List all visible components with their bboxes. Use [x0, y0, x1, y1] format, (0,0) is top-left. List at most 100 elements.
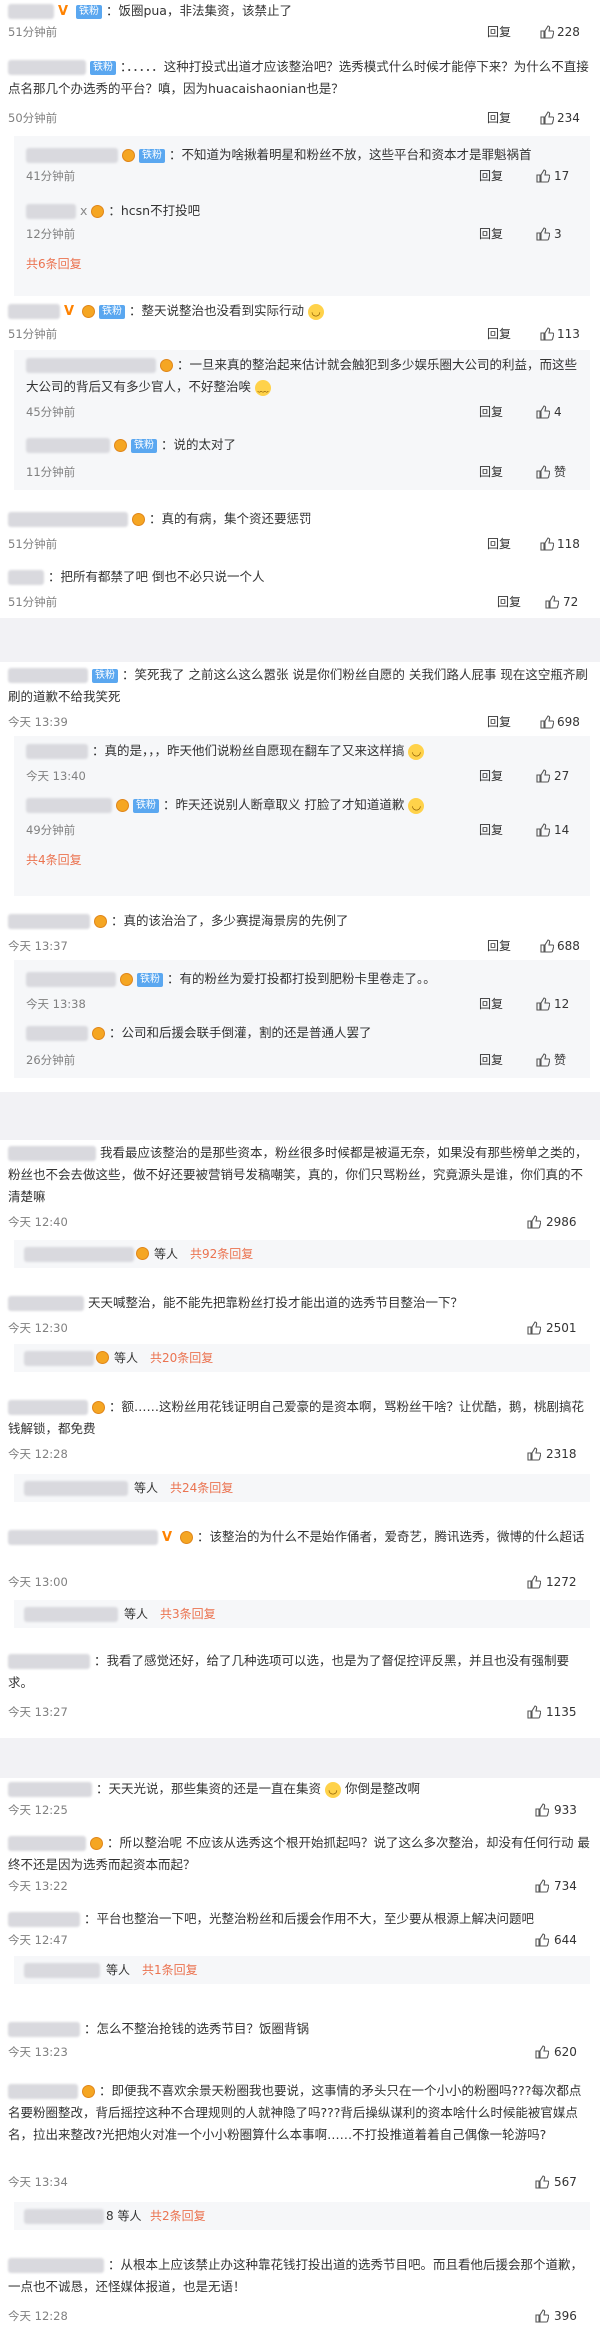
reply-button[interactable]: 回复: [479, 768, 503, 784]
username-masked[interactable]: [24, 1351, 94, 1366]
like-icon[interactable]: [540, 939, 554, 953]
reply-button[interactable]: 回复: [479, 404, 503, 420]
like-icon[interactable]: [535, 2309, 549, 2323]
more-replies-link[interactable]: 共1条回复: [142, 1962, 198, 1978]
more-replies-link[interactable]: 共2条回复: [150, 2208, 206, 2224]
username-masked[interactable]: [8, 1146, 96, 1161]
like-icon[interactable]: [536, 465, 550, 479]
reply-button[interactable]: 回复: [487, 326, 511, 342]
reply-summary[interactable]: 等人 共92条回复: [14, 1240, 590, 1268]
username-masked[interactable]: [26, 1026, 88, 1041]
username-masked[interactable]: [8, 2258, 104, 2273]
reply-button[interactable]: 回复: [479, 996, 503, 1012]
reply-button[interactable]: 回复: [479, 1052, 503, 1068]
like-icon[interactable]: [536, 169, 550, 183]
username-masked[interactable]: [26, 744, 88, 759]
username-masked[interactable]: [8, 2022, 80, 2037]
reply-summary[interactable]: 等人 共20条回复: [14, 1344, 590, 1372]
username-masked[interactable]: [8, 1836, 86, 1851]
username-masked[interactable]: [8, 1400, 88, 1415]
more-replies-link[interactable]: 共20条回复: [150, 1350, 213, 1366]
username-masked[interactable]: [24, 1963, 100, 1978]
like-icon[interactable]: [527, 1215, 541, 1229]
like-icon[interactable]: [536, 823, 550, 837]
like-icon[interactable]: [527, 1321, 541, 1335]
like-icon[interactable]: [527, 1705, 541, 1719]
username-masked[interactable]: [8, 1654, 90, 1669]
comment-text: ：饭圈pua，非法集资，该禁止了: [105, 3, 292, 18]
tie-fan-badge: 铁粉: [89, 60, 116, 75]
reply-summary[interactable]: 8 等人 共2条回复: [14, 2202, 590, 2230]
username-masked[interactable]: [26, 798, 112, 813]
username-masked[interactable]: [26, 148, 118, 163]
reply-button[interactable]: 回复: [487, 714, 511, 730]
like-icon[interactable]: [535, 1933, 549, 1947]
like-icon[interactable]: [535, 2175, 549, 2189]
more-replies-link[interactable]: 共3条回复: [160, 1606, 216, 1622]
username-masked[interactable]: [24, 1607, 118, 1622]
comment-item: ：把所有都禁了吧 倒也不必只说一个人 51分钟前 回复 72: [0, 566, 600, 618]
username-masked[interactable]: [24, 1247, 134, 1262]
medal-icon: [91, 1401, 105, 1414]
reply-button[interactable]: 回复: [487, 24, 511, 40]
like-icon[interactable]: [527, 1447, 541, 1461]
username-masked[interactable]: [8, 1530, 158, 1545]
like-icon[interactable]: [540, 327, 554, 341]
username-masked[interactable]: [8, 1296, 84, 1311]
reply-button[interactable]: 回复: [479, 168, 503, 184]
username-masked[interactable]: [8, 512, 128, 527]
like-icon[interactable]: [540, 715, 554, 729]
username-masked[interactable]: [8, 60, 86, 75]
like-icon[interactable]: [540, 111, 554, 125]
more-replies-link[interactable]: 共6条回复: [26, 256, 82, 272]
like-icon[interactable]: [540, 25, 554, 39]
reply-summary[interactable]: 等人 共24条回复: [14, 1474, 590, 1502]
medal-icon: [113, 439, 127, 452]
comment-time: 今天 12:25: [8, 1803, 68, 1817]
username-masked[interactable]: [24, 1481, 128, 1496]
like-icon[interactable]: [540, 537, 554, 551]
like-count: 620: [554, 2045, 577, 2059]
username-masked[interactable]: [26, 204, 76, 219]
like-icon[interactable]: [536, 405, 550, 419]
username-masked[interactable]: [26, 438, 110, 453]
reply-button[interactable]: 回复: [487, 110, 511, 126]
username-masked[interactable]: [8, 2084, 78, 2099]
like-icon[interactable]: [536, 769, 550, 783]
reply-summary[interactable]: 等人 共1条回复: [14, 1956, 590, 1984]
reply-button[interactable]: 回复: [487, 536, 511, 552]
like-icon[interactable]: [536, 997, 550, 1011]
reply-button[interactable]: 回复: [479, 822, 503, 838]
comment-item: ：怎么不整治抢钱的选秀节目？饭圈背锅 今天 13:23 620: [0, 2018, 600, 2070]
username-masked[interactable]: [8, 304, 60, 319]
like-icon[interactable]: [545, 595, 559, 609]
reply-button[interactable]: 回复: [487, 938, 511, 954]
reply-list: ：真的是，，，昨天他们说粉丝自愿现在翻车了又来这样搞 ◡ 今天 13:40 回复…: [14, 736, 590, 896]
like-icon[interactable]: [535, 2045, 549, 2059]
username-masked[interactable]: [26, 358, 156, 373]
username-masked[interactable]: [8, 4, 54, 19]
reply-button[interactable]: 回复: [497, 594, 521, 610]
username-masked[interactable]: [8, 1912, 80, 1927]
username-masked[interactable]: [8, 914, 90, 929]
comment-time: 今天 13:39: [8, 715, 68, 729]
like-icon[interactable]: [535, 1803, 549, 1817]
username-masked[interactable]: [8, 668, 88, 683]
reply-button[interactable]: 回复: [479, 464, 503, 480]
reply-button[interactable]: 回复: [479, 226, 503, 242]
username-masked[interactable]: [26, 972, 116, 987]
comment-text: ：真的有病，集个资还要惩罚: [148, 511, 312, 526]
username-masked[interactable]: [8, 570, 44, 585]
more-replies-link[interactable]: 共24条回复: [170, 1480, 233, 1496]
medal-icon: [81, 2085, 95, 2098]
reply-summary[interactable]: 等人 共3条回复: [14, 1600, 590, 1628]
username-masked[interactable]: [8, 1782, 92, 1797]
more-replies-link[interactable]: 共4条回复: [26, 852, 82, 868]
more-replies-link[interactable]: 共92条回复: [190, 1246, 253, 1262]
username-masked[interactable]: [24, 2209, 104, 2224]
verified-v-icon: V: [161, 1529, 173, 1545]
like-icon[interactable]: [536, 1053, 550, 1067]
like-icon[interactable]: [527, 1575, 541, 1589]
like-icon[interactable]: [536, 227, 550, 241]
like-icon[interactable]: [535, 1879, 549, 1893]
